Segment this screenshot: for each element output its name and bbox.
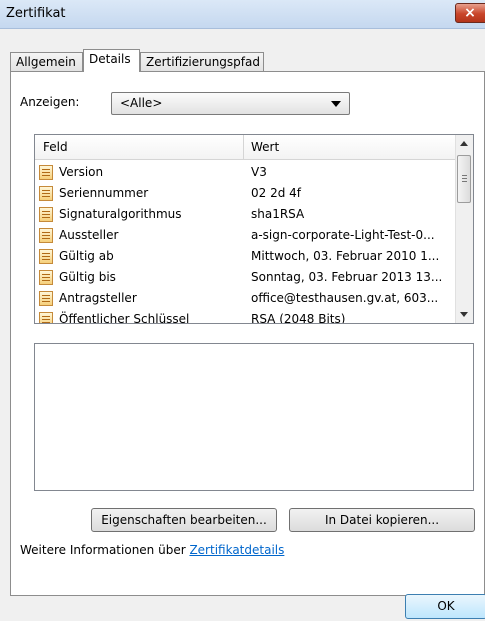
show-label: Anzeigen: [20, 95, 80, 109]
field-detail-box[interactable] [34, 343, 474, 491]
show-dropdown[interactable]: <Alle> [111, 92, 350, 115]
list-item[interactable]: Öffentlicher Schlüssel RSA (2048 Bits) [35, 310, 455, 323]
certificate-field-icon [39, 291, 53, 306]
edit-properties-button[interactable]: Eigenschaften bearbeiten... [91, 508, 277, 532]
tab-certification-path[interactable]: Zertifizierungspfad [140, 52, 264, 71]
ok-button[interactable]: OK [405, 594, 485, 619]
list-item[interactable]: Aussteller a-sign-corporate-Light-Test-0… [35, 226, 455, 247]
certificate-field-icon [39, 270, 53, 285]
copy-to-file-button[interactable]: In Datei kopieren... [289, 508, 475, 532]
show-dropdown-value: <Alle> [120, 96, 163, 110]
list-item[interactable]: Signaturalgorithmus sha1RSA [35, 205, 455, 226]
tab-general[interactable]: Allgemein [10, 52, 83, 71]
vertical-scrollbar[interactable] [455, 135, 473, 323]
list-item[interactable]: Gültig bis Sonntag, 03. Februar 2013 13.… [35, 268, 455, 289]
column-header-value[interactable]: Wert [251, 140, 279, 154]
more-info-text: Weitere Informationen über [20, 543, 190, 557]
list-item[interactable]: Gültig ab Mittwoch, 03. Februar 2010 1..… [35, 247, 455, 268]
column-separator[interactable] [243, 135, 244, 159]
list-header: Feld Wert [35, 135, 455, 160]
more-info: Weitere Informationen über Zertifikatdet… [20, 543, 284, 557]
chevron-down-icon [331, 101, 341, 107]
scroll-up-icon[interactable] [460, 141, 468, 146]
close-button[interactable]: × [455, 3, 485, 23]
certificate-field-icon [39, 165, 53, 180]
certificate-field-icon [39, 312, 53, 323]
title-bar: Zertifikat × [0, 0, 485, 29]
scroll-down-icon[interactable] [460, 312, 468, 317]
certificate-fields-list[interactable]: Feld Wert Version V3 Seriennummer 02 2d … [34, 134, 474, 324]
tab-details[interactable]: Details [83, 49, 140, 72]
certificate-field-icon [39, 228, 53, 243]
list-item[interactable]: Antragsteller office@testhausen.gv.at, 6… [35, 289, 455, 310]
certificate-field-icon [39, 207, 53, 222]
scroll-thumb[interactable] [457, 155, 471, 203]
list-item[interactable]: Seriennummer 02 2d 4f [35, 184, 455, 205]
window-title: Zertifikat [6, 6, 66, 21]
certificate-details-link[interactable]: Zertifikatdetails [189, 543, 284, 557]
list-rows: Version V3 Seriennummer 02 2d 4f Signatu… [35, 163, 455, 323]
certificate-field-icon [39, 249, 53, 264]
close-icon: × [464, 5, 476, 21]
column-header-field[interactable]: Feld [43, 140, 68, 154]
certificate-field-icon [39, 186, 53, 201]
list-item[interactable]: Version V3 [35, 163, 455, 184]
